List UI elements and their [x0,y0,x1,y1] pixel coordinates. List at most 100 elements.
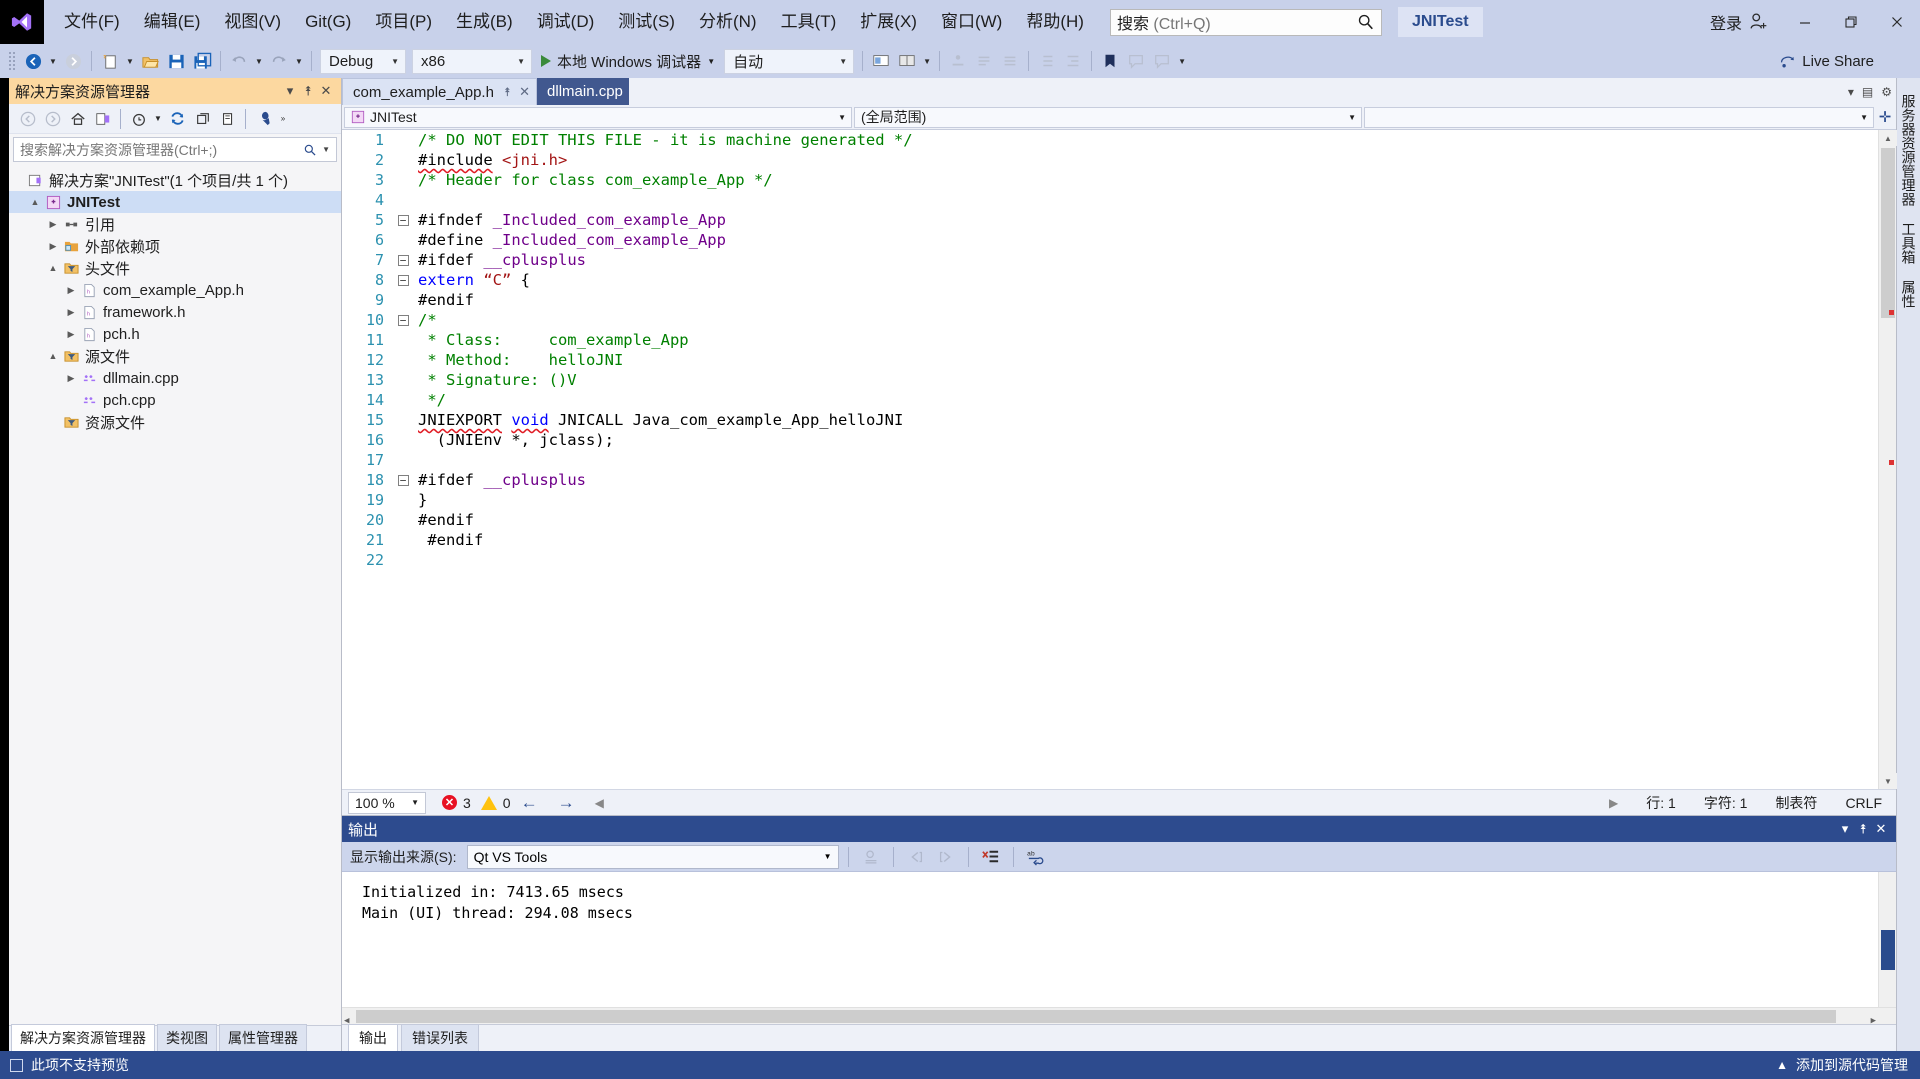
menu-file[interactable]: 文件(F) [52,7,132,37]
prev-issue-icon[interactable]: ← [521,793,538,813]
tab-solution-explorer[interactable]: 解决方案资源管理器 [11,1024,155,1051]
step-icon-1[interactable] [945,48,971,74]
go-next-icon[interactable] [933,844,959,870]
add-to-source-control-label[interactable]: 添加到源代码管理 [1796,1055,1908,1075]
global-search-input[interactable]: 搜索 (Ctrl+Q) [1109,8,1382,36]
se-overflow-icon[interactable]: » [276,106,290,132]
chevron-down-icon[interactable]: ▼ [707,57,715,66]
navigate-back-icon[interactable] [20,48,46,74]
navigate-forward-icon[interactable] [60,48,86,74]
pin-icon[interactable]: ⯭ [299,83,317,99]
redo-icon[interactable] [266,48,292,74]
navbar-scope-combo[interactable]: (全局范围) ▼ [854,106,1362,128]
scroll-thumb[interactable] [1881,148,1895,318]
menu-edit[interactable]: 编辑(E) [132,7,213,37]
start-debug-button[interactable]: 本地 Windows 调试器 ▼ [535,48,721,74]
menu-tools[interactable]: 工具(T) [769,7,849,37]
chevron-up-icon[interactable]: ▲ [1776,1058,1788,1072]
tree-item-header-filter[interactable]: ▲ 头文件 [9,257,341,279]
editor-vertical-scrollbar[interactable]: ▲ ▼ [1878,130,1897,789]
tree-item-framework-h[interactable]: ▶ h framework.h [9,301,341,323]
menu-build[interactable]: 生成(B) [444,7,525,37]
menu-analyze[interactable]: 分析(N) [687,7,769,37]
tree-item-pch-cpp[interactable]: ▶ pch.cpp [9,389,341,411]
uncomment-icon[interactable] [1149,48,1175,74]
bookmark-icon[interactable] [1097,48,1123,74]
scroll-right-icon[interactable]: ▶ [1609,796,1618,810]
expander-icon[interactable]: ▲ [27,197,43,207]
tree-item-resource-filter[interactable]: ▶ 资源文件 [9,411,341,433]
rail-item-toolbox[interactable]: 工具箱 [1896,214,1920,272]
warning-count-badge[interactable]: 0 [480,795,511,811]
expander-icon[interactable]: ▶ [63,329,79,340]
tab-output[interactable]: 输出 [348,1024,398,1051]
undo-dropdown-icon[interactable]: ▼ [252,48,266,74]
tab-property-manager[interactable]: 属性管理器 [219,1024,307,1051]
menu-help[interactable]: 帮助(H) [1014,7,1096,37]
tree-item-external-deps[interactable]: ▶ 外部依赖项 [9,235,341,257]
save-icon[interactable] [163,48,189,74]
expander-icon[interactable]: ▶ [45,241,61,252]
zoom-level-combo[interactable]: 100 % ▼ [348,791,426,814]
layout-icon[interactable] [894,48,920,74]
next-issue-icon[interactable]: → [558,793,575,813]
scroll-up-icon[interactable]: ▲ [1879,130,1897,146]
scroll-left-icon[interactable]: ◀ [595,796,604,810]
refresh-icon[interactable] [165,106,190,131]
new-project-icon[interactable] [97,48,123,74]
close-icon[interactable]: ✕ [317,83,335,99]
toolbar-grip[interactable] [8,51,16,71]
document-tab-dllmain-cpp[interactable]: dllmain.cpp [537,78,629,105]
document-tab-com-example-app-h[interactable]: com_example_App.h ⯭ ✕ [342,78,538,105]
pin-icon[interactable]: ⯭ [504,85,511,100]
live-share-button[interactable]: Live Share [1779,53,1874,70]
redo-dropdown-icon[interactable]: ▼ [292,48,306,74]
person-add-icon[interactable] [1748,11,1770,33]
rail-item-properties[interactable]: 属性 [1896,272,1920,316]
gear-icon[interactable]: ⚙ [1881,85,1892,99]
close-icon[interactable]: ✕ [1872,821,1890,837]
pending-changes-icon[interactable] [126,106,151,131]
menu-window[interactable]: 窗口(W) [929,7,1014,37]
new-project-dropdown-icon[interactable]: ▼ [123,48,137,74]
navbar-project-combo[interactable]: JNITest ▼ [344,106,852,128]
fold-gutter[interactable]: − [394,250,412,270]
tree-item-solution[interactable]: ▶ 解决方案"JNITest"(1 个项目/共 1 个) [9,169,341,191]
expander-icon[interactable]: ▶ [63,285,79,296]
navigate-back-dropdown-icon[interactable]: ▼ [46,48,60,74]
split-view-icon[interactable]: ▤ [1862,85,1873,99]
expander-icon[interactable]: ▶ [63,373,79,384]
home-icon[interactable] [65,106,90,131]
status-bar-right[interactable]: ▲ 添加到源代码管理 [1776,1055,1908,1075]
forward-icon[interactable] [40,106,65,131]
menu-project[interactable]: 项目(P) [363,7,444,37]
expander-icon[interactable]: ▲ [45,263,61,273]
output-source-combo[interactable]: Qt VS Tools ▼ [466,844,839,869]
undo-icon[interactable] [226,48,252,74]
tab-error-list[interactable]: 错误列表 [401,1024,479,1051]
sync-with-active-document-icon[interactable] [90,106,115,131]
indent-icon-1[interactable] [1034,48,1060,74]
add-split-icon[interactable]: ✛ [1876,108,1894,126]
menu-extensions[interactable]: 扩展(X) [848,7,929,37]
find-message-icon[interactable] [858,844,884,870]
go-previous-icon[interactable] [903,844,929,870]
pending-changes-dropdown-icon[interactable]: ▼ [151,106,165,132]
chevron-down-icon[interactable]: ▾ [1848,85,1854,99]
fold-gutter[interactable]: − [394,310,412,330]
sign-in-link[interactable]: 登录 [1710,10,1742,34]
close-icon[interactable]: ✕ [519,84,530,100]
step-icon-3[interactable] [997,48,1023,74]
word-wrap-icon[interactable]: ab [1023,844,1049,870]
debug-target-combo[interactable]: 自动 ▼ [724,48,855,74]
fold-gutter[interactable]: − [394,470,412,490]
open-file-icon[interactable] [137,48,163,74]
chevron-down-icon[interactable]: ▼ [322,145,330,154]
tree-item-pch-h[interactable]: ▶ h pch.h [9,323,341,345]
collapse-all-icon[interactable] [190,106,215,131]
solution-explorer-search-input[interactable]: 搜索解决方案资源管理器(Ctrl+;) ▼ [13,137,337,162]
tree-item-references[interactable]: ▶ 引用 [9,213,341,235]
navbar-member-combo[interactable]: ▼ [1364,106,1874,128]
expander-icon[interactable]: ▶ [45,219,61,230]
scroll-thumb[interactable] [1881,930,1895,970]
